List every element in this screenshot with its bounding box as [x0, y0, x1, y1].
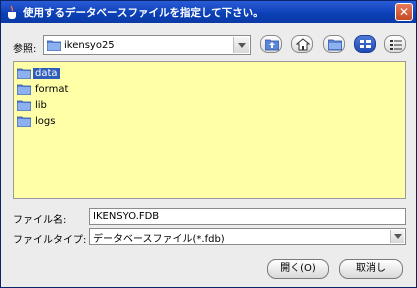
folder-icon [17, 100, 31, 111]
details-view-icon [390, 40, 402, 50]
list-item[interactable]: data [15, 66, 64, 81]
list-item[interactable]: lib [15, 98, 53, 113]
folder-icon [17, 116, 31, 127]
file-chooser-dialog: 使用するデータベースファイルを指定して下さい。 ✕ 参照: ikensyo25 [0, 0, 417, 288]
folder-icon [17, 68, 31, 79]
list-view-icon [360, 40, 371, 48]
file-type-combo[interactable]: データベースファイル(*.fdb) [89, 228, 406, 245]
java-cup-icon [8, 5, 16, 19]
file-name-input[interactable] [89, 208, 406, 225]
up-folder-button[interactable] [260, 35, 282, 53]
look-in-label: 参照: [13, 44, 37, 55]
list-view-button[interactable] [354, 35, 376, 53]
file-type-value: データベースファイル(*.fdb) [93, 234, 225, 245]
close-icon: ✕ [398, 5, 410, 19]
home-button[interactable] [291, 35, 313, 53]
folder-icon [47, 40, 61, 51]
up-folder-icon [265, 39, 279, 51]
chevron-down-icon[interactable] [390, 230, 404, 243]
file-type-label: ファイルタイプ: [13, 235, 87, 246]
file-name: logs [35, 116, 56, 127]
list-item[interactable]: logs [15, 114, 61, 129]
details-view-button[interactable] [384, 35, 406, 53]
chevron-down-icon[interactable] [233, 37, 249, 53]
cancel-button[interactable]: 取消し [339, 259, 403, 279]
look-in-value: ikensyo25 [64, 40, 115, 51]
folder-icon [17, 84, 31, 95]
list-item[interactable]: format [15, 82, 74, 97]
file-name: data [33, 68, 60, 79]
new-folder-button[interactable] [323, 35, 345, 53]
file-name: format [35, 84, 69, 95]
open-button[interactable]: 開く(O) [267, 259, 329, 279]
home-icon [296, 38, 310, 51]
file-list[interactable]: data format lib logs [13, 61, 406, 199]
window-title: 使用するデータベースファイルを指定して下さい。 [23, 7, 264, 19]
new-folder-icon [328, 39, 342, 51]
look-in-combo[interactable]: ikensyo25 [43, 35, 251, 55]
title-bar[interactable]: 使用するデータベースファイルを指定して下さい。 ✕ [1, 1, 416, 23]
file-name: lib [35, 100, 47, 111]
file-name-label: ファイル名: [13, 215, 67, 226]
close-button[interactable]: ✕ [395, 3, 413, 21]
